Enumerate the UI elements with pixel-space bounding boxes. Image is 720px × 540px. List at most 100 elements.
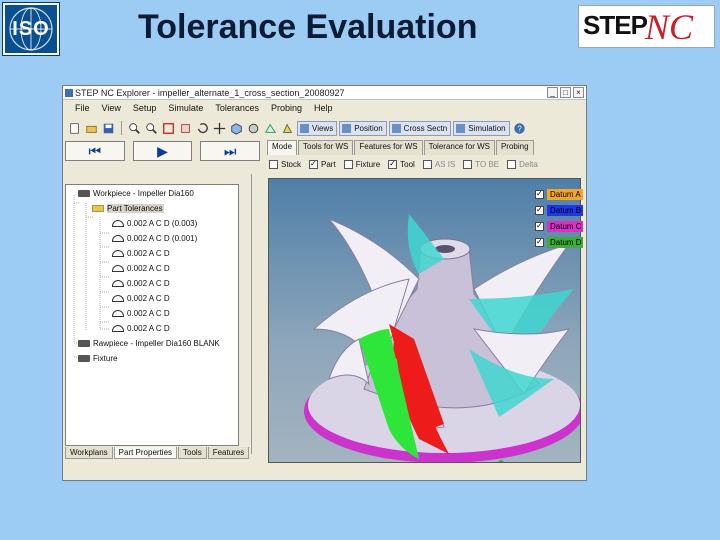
- checkbox[interactable]: [535, 205, 544, 215]
- tab-tools[interactable]: Tools: [178, 447, 207, 459]
- tab-features[interactable]: Features: [207, 447, 250, 459]
- zoom-in-icon[interactable]: [127, 121, 142, 136]
- minimize-button[interactable]: _: [547, 87, 558, 98]
- tree-label: 0.002 A C D (0.003): [127, 219, 198, 228]
- tree-node-tolerance[interactable]: 0.002 A C D: [112, 263, 170, 275]
- tree-label: Part Tolerances: [107, 204, 165, 213]
- legend-datum-a[interactable]: Datum A: [535, 186, 583, 202]
- tab-features-for-ws[interactable]: Features for WS: [354, 140, 423, 155]
- folder-icon: [92, 205, 104, 212]
- menu-setup[interactable]: Setup: [133, 101, 157, 116]
- cross-section-button[interactable]: Cross Sectn: [388, 120, 452, 136]
- tolerance-icon: [112, 235, 124, 242]
- menu-help[interactable]: Help: [314, 101, 333, 116]
- tab-part-properties[interactable]: Part Properties: [113, 447, 178, 459]
- checkbox[interactable]: [343, 160, 353, 169]
- toolbar-separator: [121, 121, 122, 135]
- iso-view-icon[interactable]: [229, 121, 244, 136]
- checkbox[interactable]: [535, 189, 544, 199]
- menu-tolerances[interactable]: Tolerances: [215, 101, 259, 116]
- highlight-icon[interactable]: [280, 121, 295, 136]
- tree-node-rawpiece[interactable]: Rawpiece - Impeller Dia160 BLANK: [78, 338, 220, 350]
- check-label: AS IS: [434, 160, 456, 169]
- legend-datum-b[interactable]: Datum B: [535, 202, 583, 218]
- check-label: Fixture: [355, 160, 381, 169]
- panel-tabs: Workplans Part Properties Tools Features: [65, 447, 250, 459]
- tab-mode[interactable]: Mode: [267, 140, 298, 155]
- check-stock[interactable]: Stock: [269, 160, 301, 169]
- zoom-out-icon[interactable]: [144, 121, 159, 136]
- save-icon[interactable]: [101, 121, 116, 136]
- rotate-icon[interactable]: [195, 121, 210, 136]
- window-controls: _ □ ×: [547, 87, 584, 98]
- shade-icon[interactable]: [246, 121, 261, 136]
- check-label: TO BE: [475, 160, 500, 169]
- menu-simulate[interactable]: Simulate: [168, 101, 203, 116]
- position-button[interactable]: Position: [339, 120, 387, 136]
- tab-workplans[interactable]: Workplans: [65, 447, 113, 459]
- app-icon: [65, 89, 73, 97]
- tree-node-fixture[interactable]: Fixture: [78, 353, 117, 365]
- menu-probing[interactable]: Probing: [271, 101, 302, 116]
- tab-tolerance-for-ws[interactable]: Tolerance for WS: [423, 140, 495, 155]
- check-as-is[interactable]: AS IS: [422, 160, 456, 169]
- checkbox[interactable]: [269, 160, 278, 169]
- checkbox[interactable]: [463, 160, 473, 169]
- check-fixture[interactable]: Fixture: [343, 160, 381, 169]
- legend-datum-d[interactable]: Datum D: [535, 234, 583, 250]
- tree-label: 0.002 A C D: [127, 249, 170, 258]
- check-tool[interactable]: Tool: [388, 159, 415, 169]
- check-delta[interactable]: Delta: [507, 160, 538, 169]
- zoom-window-icon[interactable]: [178, 121, 193, 136]
- new-file-icon[interactable]: [67, 121, 82, 136]
- tree-node-tolerance[interactable]: 0.002 A C D: [112, 308, 170, 320]
- checkbox[interactable]: [535, 237, 544, 247]
- check-to-be[interactable]: TO BE: [463, 160, 499, 169]
- pan-icon[interactable]: [212, 121, 227, 136]
- check-label: Part: [321, 160, 336, 169]
- tree-node-tolerance[interactable]: 0.002 A C D: [112, 323, 170, 335]
- tree-node-tolerance[interactable]: 0.002 A C D: [112, 278, 170, 290]
- checkbox[interactable]: [422, 160, 432, 169]
- tree-node-part-tolerances[interactable]: Part Tolerances: [92, 203, 165, 215]
- toolbar: Views Position Cross Sectn Simulation ?: [63, 118, 586, 138]
- window-titlebar[interactable]: STEP NC Explorer - impeller_alternate_1_…: [63, 86, 586, 100]
- close-button[interactable]: ×: [573, 87, 584, 98]
- checkbox[interactable]: [388, 159, 398, 169]
- play-button[interactable]: ▶: [132, 141, 193, 161]
- tab-tools-for-ws[interactable]: Tools for WS: [298, 140, 354, 155]
- menu-file[interactable]: File: [75, 101, 90, 116]
- tolerance-icon: [112, 310, 124, 317]
- zoom-fit-icon[interactable]: [161, 121, 176, 136]
- views-button[interactable]: Views: [297, 120, 338, 136]
- menu-view[interactable]: View: [102, 101, 121, 116]
- tree-label: 0.002 A C D: [127, 279, 170, 288]
- part-tree: Workpiece - Impeller Dia160 Part Toleran…: [65, 184, 239, 446]
- last-step-button[interactable]: ⏭: [200, 141, 261, 161]
- tab-probing[interactable]: Probing: [495, 140, 534, 155]
- tree-label: Workpiece - Impeller Dia160: [93, 189, 194, 198]
- maximize-button[interactable]: □: [560, 87, 571, 98]
- tree-node-tolerance[interactable]: 0.002 A C D (0.003): [112, 218, 197, 230]
- tree-node-tolerance[interactable]: 0.002 A C D (0.001): [112, 233, 197, 245]
- tree-node-workpiece[interactable]: Workpiece - Impeller Dia160: [78, 188, 194, 200]
- tolerance-icon: [112, 265, 124, 272]
- checkbox[interactable]: [507, 160, 517, 169]
- first-step-button[interactable]: ⏮: [65, 141, 125, 161]
- help-icon[interactable]: ?: [512, 121, 527, 136]
- tolerance-icon: [112, 250, 124, 257]
- open-folder-icon[interactable]: [84, 121, 99, 136]
- tree-node-tolerance[interactable]: 0.002 A C D: [112, 293, 170, 305]
- checkbox[interactable]: [309, 159, 319, 169]
- tree-label: 0.002 A C D: [127, 309, 170, 318]
- svg-text:?: ?: [517, 124, 522, 133]
- tree-label: Rawpiece - Impeller Dia160 BLANK: [93, 339, 220, 348]
- check-part[interactable]: Part: [309, 159, 336, 169]
- tree-node-tolerance[interactable]: 0.002 A C D: [112, 248, 170, 260]
- simulation-button[interactable]: Simulation: [453, 120, 510, 136]
- splitter[interactable]: [251, 174, 252, 454]
- checkbox[interactable]: [535, 221, 544, 231]
- nc-logo-text: NC: [645, 7, 694, 47]
- legend-datum-c[interactable]: Datum C: [535, 218, 583, 234]
- wireframe-icon[interactable]: [263, 121, 278, 136]
